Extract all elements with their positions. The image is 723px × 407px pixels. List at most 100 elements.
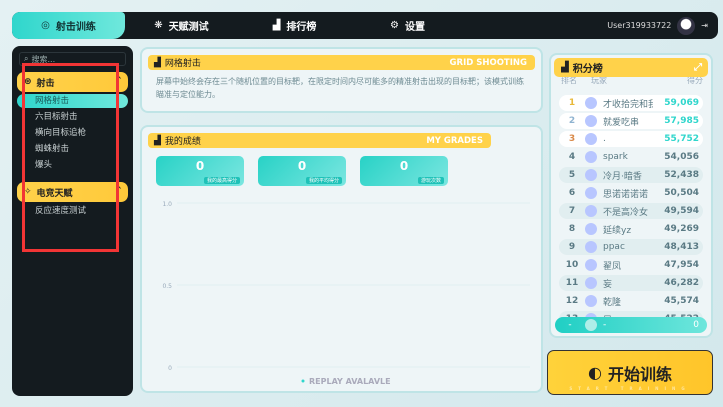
avatar bbox=[585, 277, 597, 289]
mode-header: ▟ 网格射击 GRID SHOOTING bbox=[148, 55, 535, 70]
player-score: 50,504 bbox=[664, 188, 699, 198]
player-score: 52,438 bbox=[664, 170, 699, 180]
avatar bbox=[585, 133, 597, 145]
player-score: 45,574 bbox=[664, 296, 699, 306]
chevron-up-icon: ^ bbox=[115, 185, 122, 194]
avatar[interactable] bbox=[677, 16, 696, 35]
leaderboard-row: 2 就爱吃串 57,985 bbox=[559, 113, 703, 129]
my-rank-row: --0 bbox=[555, 317, 707, 333]
logout-icon[interactable]: ⇥ bbox=[701, 21, 708, 30]
rank-number: 12 bbox=[565, 296, 579, 306]
player-name: 妄 bbox=[603, 279, 613, 290]
player-name: 不是高冷女 bbox=[603, 207, 649, 218]
sidebar-item-six-target[interactable]: 六目标射击 bbox=[17, 110, 128, 124]
crosshair-icon: ⊛ bbox=[24, 77, 32, 87]
avatar bbox=[585, 187, 597, 199]
category-shooting[interactable]: ⊛ 射击 ^ bbox=[17, 72, 128, 92]
avatar bbox=[585, 223, 597, 235]
score-chart: 1.0 0.5 0 REPLAY AVALAVLE bbox=[162, 201, 530, 386]
player-score: 48,413 bbox=[664, 242, 699, 252]
podium-icon: ▟ bbox=[154, 135, 161, 146]
leaderboard-row: 5 冷月·暗香 52,438 bbox=[559, 167, 703, 183]
player-name: 才收拾完和我汇报 bbox=[603, 99, 653, 110]
leaderboard-row: 7 不是高冷女 49,594 bbox=[559, 203, 703, 219]
leaderboard-header: ▟ 积分榜 ⤢ bbox=[554, 58, 708, 77]
medal-icon: 1 bbox=[568, 98, 576, 108]
sidebar-item-reaction-test[interactable]: 反应速度测试 bbox=[17, 204, 128, 218]
player-name: 就爱吃串 bbox=[603, 117, 640, 128]
mode-description: 屏幕中始终会存在三个随机位置的目标靶，在限定时间内尽可能多的精准射击出现的目标靶… bbox=[156, 77, 524, 99]
avatar bbox=[585, 115, 597, 127]
tab-shooting-training[interactable]: ◎ 射击训练 bbox=[12, 12, 125, 39]
username: User319933722 bbox=[607, 21, 672, 30]
player-name: . bbox=[603, 134, 606, 144]
player-name: ppac bbox=[603, 242, 625, 252]
y-tick-label: 0.5 bbox=[162, 283, 172, 290]
rank-number: 4 bbox=[568, 152, 576, 162]
crosshair-icon: ◐ bbox=[588, 363, 602, 382]
stat-play-count: 0 游玩次数 bbox=[360, 156, 448, 186]
sidebar-item-headshot[interactable]: 爆头 bbox=[17, 158, 128, 172]
leaderboard-row: 12 乾隆 45,574 bbox=[559, 293, 703, 309]
medal-icon: 2 bbox=[568, 116, 576, 126]
avatar bbox=[585, 205, 597, 217]
leaderboard-row: 10 翟凤 47,954 bbox=[559, 257, 703, 273]
category-esports-talent[interactable]: ✧ 电竞天赋 ^ bbox=[17, 182, 128, 202]
expand-icon[interactable]: ⤢ bbox=[694, 62, 702, 73]
avatar bbox=[585, 319, 597, 331]
avatar bbox=[585, 241, 597, 253]
player-score: 54,056 bbox=[664, 152, 699, 162]
sidebar-item-spider-shot[interactable]: 蜘蛛射击 bbox=[17, 142, 128, 156]
mode-info-panel: ▟ 网格射击 GRID SHOOTING 屏幕中始终会存在三个随机位置的目标靶，在限… bbox=[140, 47, 543, 113]
player-name: spark bbox=[603, 152, 628, 162]
rank-number: 8 bbox=[568, 224, 576, 234]
top-nav: ◎ 射击训练 ❋ 天赋测试 ▟ 排行榜 ⚙ 设置 User319933722 ⇥ bbox=[12, 12, 718, 39]
legend-marker bbox=[301, 379, 305, 383]
tab-leaderboard[interactable]: ▟ 排行榜 bbox=[238, 12, 351, 39]
rank-number: 9 bbox=[568, 242, 576, 252]
talent-icon: ❋ bbox=[154, 20, 163, 31]
grades-panel: ▟ 我的成绩 MY GRADES 0 我的最高得分 0 我的平均得分 0 游玩次数 1.0… bbox=[140, 125, 543, 393]
player-score: 55,752 bbox=[664, 134, 699, 144]
avatar bbox=[585, 295, 597, 307]
leaderboard-row: 8 延续yz 49,269 bbox=[559, 221, 703, 237]
sidebar-item-horizontal-tracking[interactable]: 横向目标追枪 bbox=[17, 126, 128, 140]
search-icon: ⌕ bbox=[24, 54, 29, 63]
player-score: 59,069 bbox=[664, 98, 699, 108]
search-input[interactable]: ⌕ 搜索... bbox=[19, 52, 126, 66]
podium-icon: ▟ bbox=[561, 62, 569, 73]
leaderboard-row: 9 ppac 48,413 bbox=[559, 239, 703, 255]
sidebar-item-grid-shooting[interactable]: 网格射击 bbox=[17, 94, 128, 108]
stat-best-score: 0 我的最高得分 bbox=[156, 156, 244, 186]
star-icon: ✧ bbox=[24, 187, 32, 197]
leaderboard-row: 6 思诺诺诺诺 50,504 bbox=[559, 185, 703, 201]
podium-icon: ▟ bbox=[272, 20, 281, 31]
tab-talent-test[interactable]: ❋ 天赋测试 bbox=[125, 12, 238, 39]
avatar bbox=[585, 97, 597, 109]
grades-header: ▟ 我的成绩 MY GRADES bbox=[148, 133, 491, 148]
player-name: 延续yz bbox=[603, 225, 632, 236]
player-name: 冷月·暗香 bbox=[603, 171, 642, 182]
rank-number: 11 bbox=[565, 278, 579, 288]
avatar bbox=[585, 151, 597, 163]
rank-number: 7 bbox=[568, 206, 576, 216]
legend-label: REPLAY AVALAVLE bbox=[309, 377, 391, 386]
y-tick-label: 0 bbox=[168, 365, 172, 372]
rank-number: 5 bbox=[568, 170, 576, 180]
rank-number: 6 bbox=[568, 188, 576, 198]
target-icon: ◎ bbox=[41, 20, 50, 31]
leaderboard-row: 1 才收拾完和我汇报 59,069 bbox=[559, 95, 703, 111]
stat-average-score: 0 我的平均得分 bbox=[258, 156, 346, 186]
player-name: 思诺诺诺诺 bbox=[603, 189, 649, 200]
player-score: 49,269 bbox=[664, 224, 699, 234]
player-score: 49,594 bbox=[664, 206, 699, 216]
avatar bbox=[585, 259, 597, 271]
player-name: 乾隆 bbox=[603, 297, 622, 308]
player-score: 47,954 bbox=[664, 260, 699, 270]
tab-settings[interactable]: ⚙ 设置 bbox=[351, 12, 464, 39]
chevron-up-icon: ^ bbox=[115, 75, 122, 84]
start-training-button[interactable]: ◐ 开始训练 START TRAINING bbox=[547, 350, 713, 395]
player-name: 翟凤 bbox=[603, 261, 622, 272]
leaderboard-list[interactable]: 1 才收拾完和我汇报 59,069 2 就爱吃串 57,985 3. 55,752 4 spark… bbox=[551, 93, 711, 321]
leaderboard-row: 4 spark 54,056 bbox=[559, 149, 703, 165]
